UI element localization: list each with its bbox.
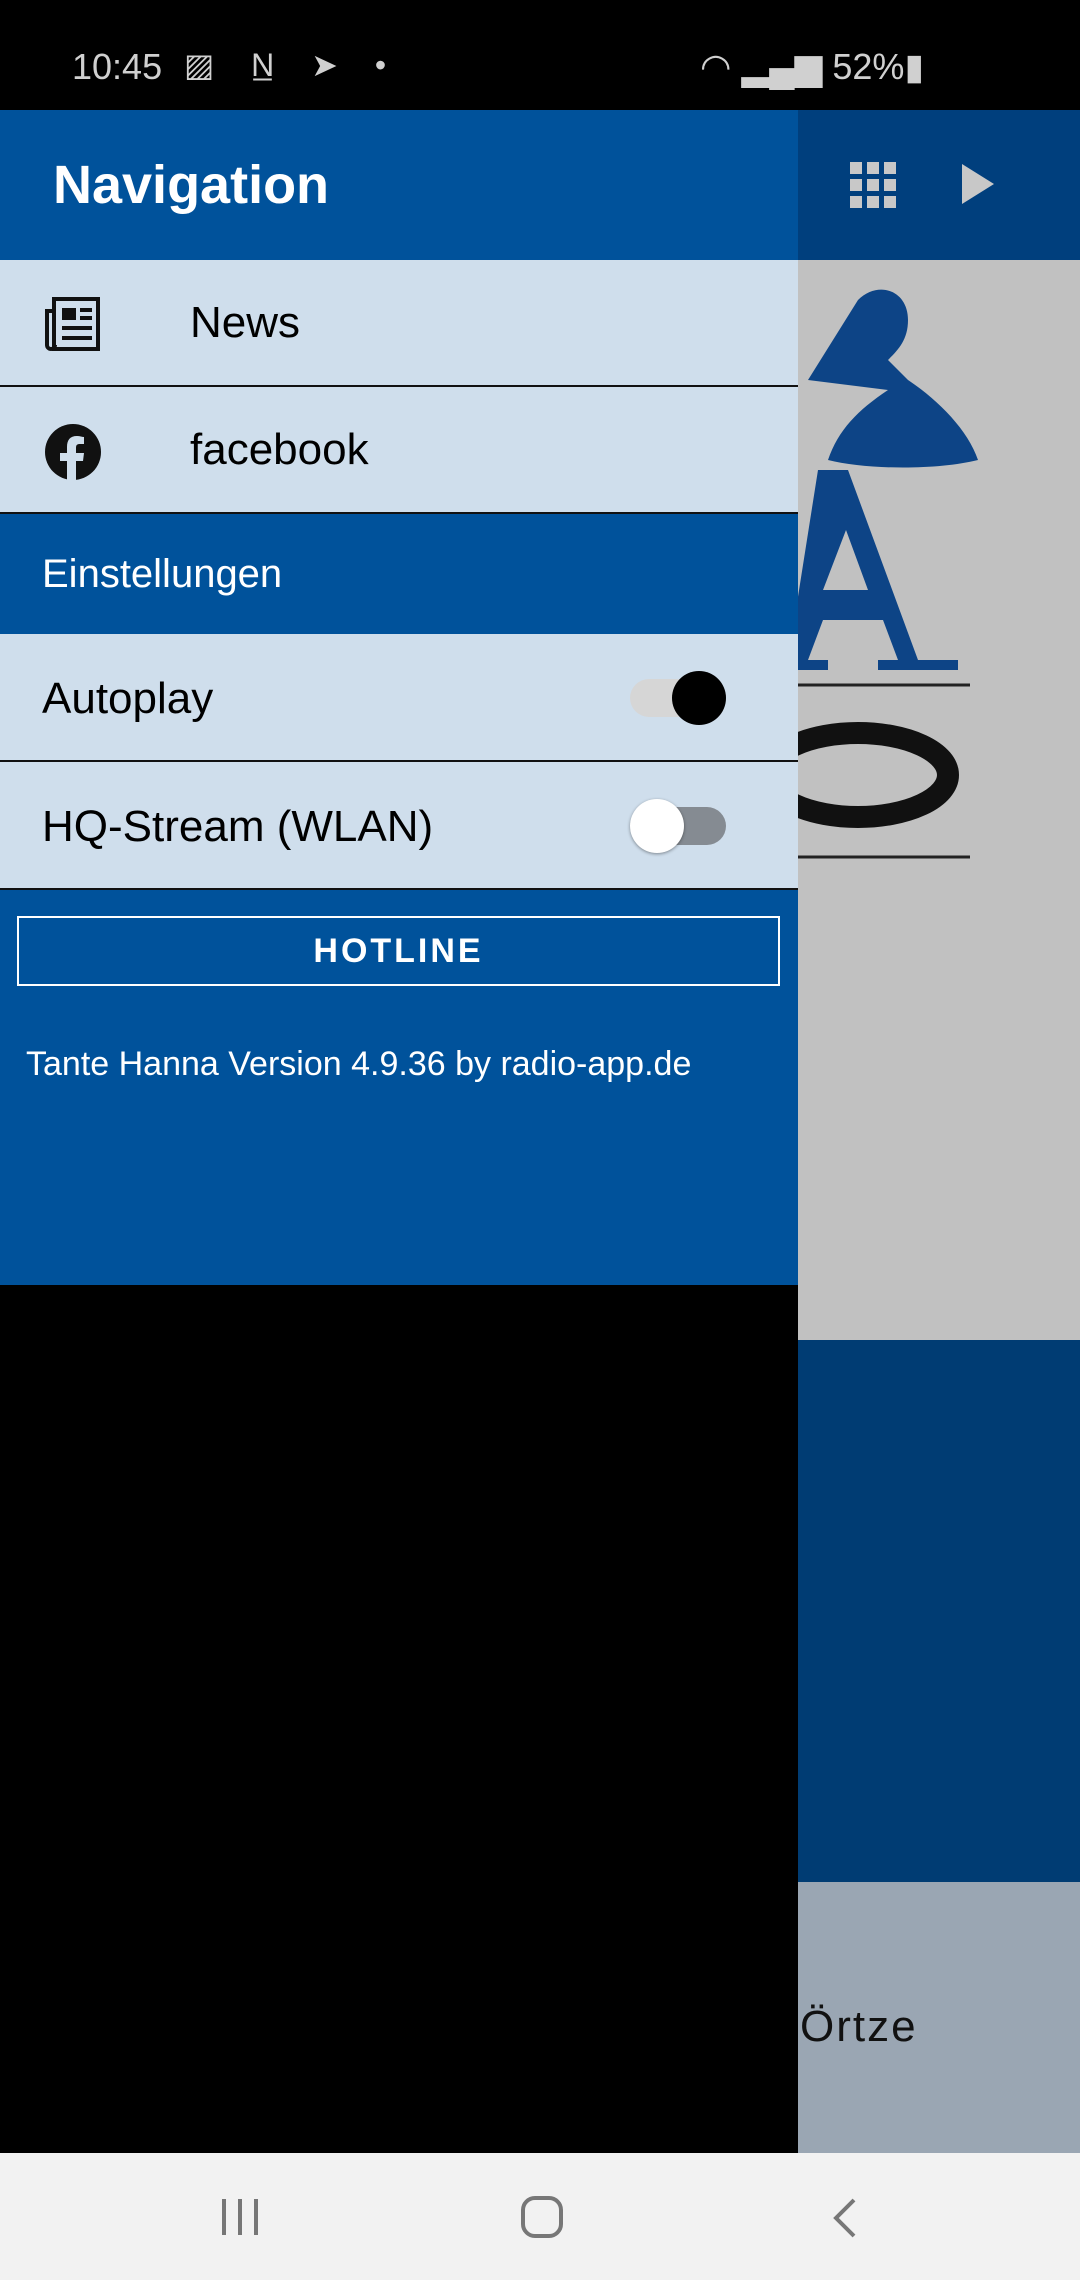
setting-autoplay: Autoplay — [0, 634, 798, 762]
now-playing-text: Örtze — [800, 2002, 918, 2051]
setting-label: HQ-Stream (WLAN) — [42, 802, 434, 851]
drawer-item-label: News — [190, 298, 301, 347]
play-icon[interactable] — [960, 162, 996, 206]
drawer-item-label: facebook — [190, 425, 369, 474]
now-playing-bar: Örtze — [798, 1882, 1080, 2153]
battery-icon: ▮ — [904, 46, 925, 87]
station-logo — [757, 289, 978, 859]
drawer-item-facebook[interactable]: facebook — [0, 387, 798, 514]
drawer-item-news[interactable]: News — [0, 260, 798, 387]
settings-header-label: Einstellungen — [42, 552, 283, 596]
notification-icons: ▨ N̲ ➤ • — [184, 47, 401, 83]
main-content-behind-drawer: Örtze — [757, 110, 1080, 2153]
version-text: Tante Hanna Version 4.9.36 by radio-app.… — [26, 1045, 692, 1083]
facebook-icon — [45, 424, 101, 481]
station-logo-area — [757, 260, 1080, 1450]
status-bar: 10:45 ▨ N̲ ➤ • ◠ ▂▄▆ 52%▮ — [0, 0, 1080, 110]
drawer-footer: HOTLINE Tante Hanna Version 4.9.36 by ra… — [0, 890, 798, 1285]
status-time: 10:45 — [72, 46, 163, 87]
battery-level: 52% — [832, 46, 905, 87]
app-bar — [798, 110, 1080, 260]
setting-label: Autoplay — [42, 674, 214, 723]
system-icons: ◠ ▂▄▆ 52%▮ — [700, 46, 924, 88]
back-icon[interactable] — [830, 2197, 860, 2239]
drawer-header: Navigation — [0, 110, 798, 260]
newspaper-icon — [45, 297, 100, 351]
signal-icon: ▂▄▆ — [741, 46, 823, 87]
drawer-title: Navigation — [53, 155, 330, 215]
autoplay-toggle[interactable] — [630, 671, 726, 725]
player-panel — [798, 1340, 1080, 1882]
setting-hq-stream: HQ-Stream (WLAN) — [0, 762, 798, 890]
home-icon[interactable] — [520, 2195, 564, 2239]
grid-icon[interactable] — [850, 162, 896, 208]
settings-header: Einstellungen — [0, 514, 798, 634]
recent-apps-icon[interactable] — [220, 2197, 260, 2237]
wifi-icon: ◠ — [700, 46, 732, 87]
system-navigation-bar — [0, 2153, 1080, 2280]
hotline-button[interactable]: HOTLINE — [17, 916, 780, 986]
hq-stream-toggle[interactable] — [630, 799, 726, 853]
navigation-drawer: Navigation News facebook Einstellungen A… — [0, 110, 798, 2153]
